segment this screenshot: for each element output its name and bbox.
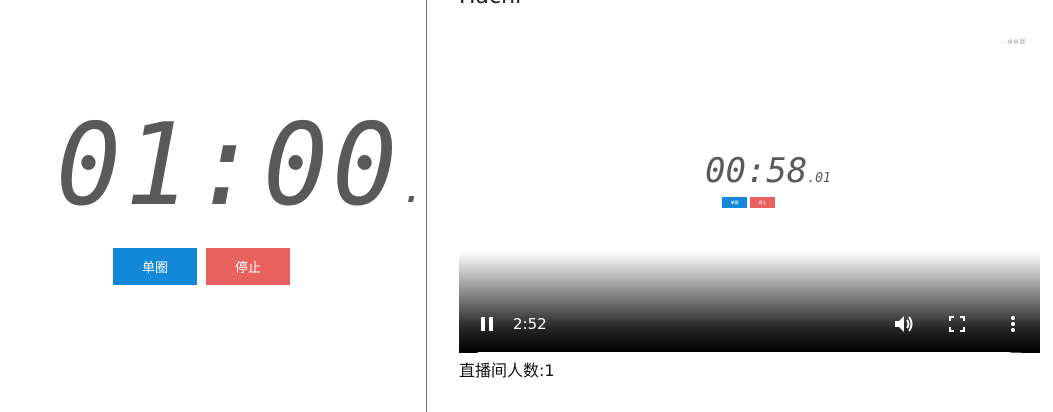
fullscreen-icon[interactable] [947, 314, 967, 334]
pause-icon[interactable] [477, 314, 497, 334]
lap-button[interactable]: 单圈 [113, 248, 197, 285]
video-stopwatch-display: 00:58.01 [705, 154, 831, 188]
video-stopwatch-main-time: 00:58 [705, 151, 808, 191]
livestream-panel: Hachi ∴⊕⊕⌘ 00:58.01 单圈 停止 2:52 [427, 0, 1053, 412]
video-lap-button: 单圈 [722, 197, 747, 208]
video-stopwatch-ms: .01 [807, 171, 831, 186]
video-corner-text: ∴⊕⊕⌘ [1002, 38, 1026, 46]
app-root: 01:00.76 单圈 停止 Hachi ∴⊕⊕⌘ 00:58.01 单圈 停止… [0, 0, 1053, 412]
progress-fill [477, 352, 1012, 353]
progress-bar[interactable] [477, 352, 1022, 353]
stopwatch-main-time: 01:00 [56, 99, 402, 232]
stopwatch-dot: . [401, 166, 426, 212]
video-controls: 2:52 [459, 252, 1040, 353]
stopwatch-display: 01:00.76 [56, 99, 426, 232]
video-player[interactable]: ∴⊕⊕⌘ 00:58.01 单圈 停止 2:52 [459, 26, 1040, 353]
video-stop-button: 停止 [750, 197, 775, 208]
more-options-icon[interactable] [1003, 314, 1023, 334]
volume-icon[interactable] [892, 313, 916, 335]
room-title: Hachi [459, 0, 521, 9]
current-time: 2:52 [513, 315, 547, 333]
viewer-count: 直播间人数:1 [459, 361, 555, 380]
stop-button[interactable]: 停止 [206, 248, 290, 285]
stopwatch-panel: 01:00.76 单圈 停止 [0, 0, 426, 412]
